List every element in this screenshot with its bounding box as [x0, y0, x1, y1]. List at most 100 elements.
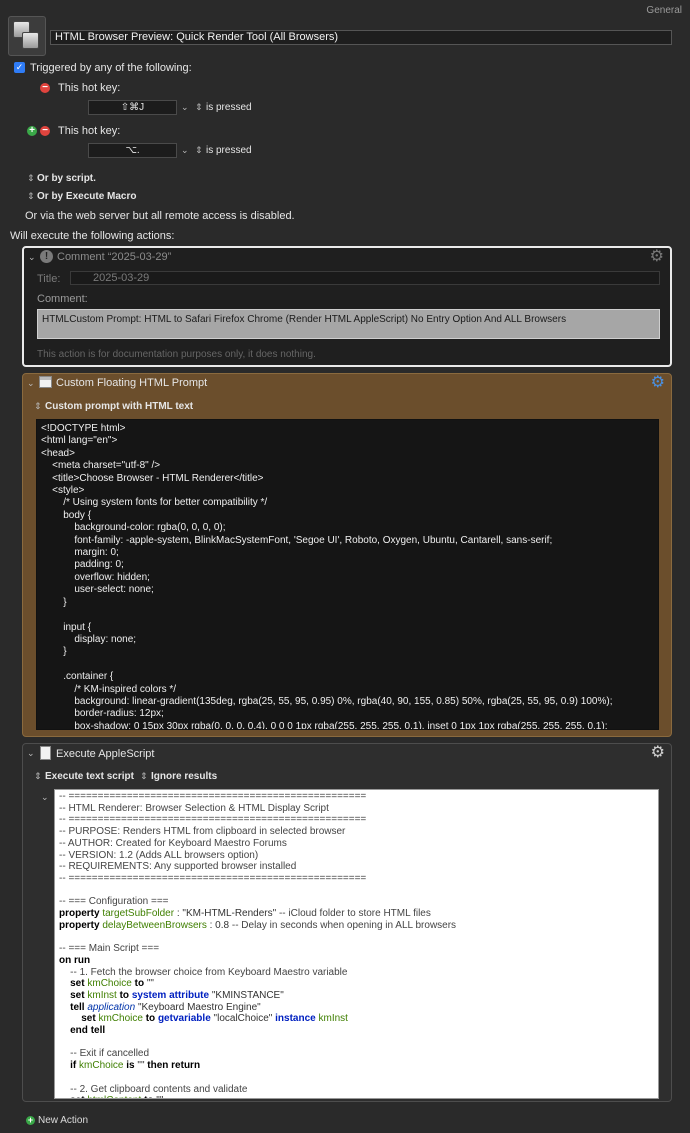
- gear-icon[interactable]: ⚙: [651, 742, 665, 762]
- code-line: display: none;: [41, 633, 137, 645]
- prompt-action-title: Custom Floating HTML Prompt: [56, 377, 208, 389]
- script-line: set kmChoice to "": [70, 978, 154, 990]
- script-line: -- =====================================…: [59, 791, 367, 802]
- script-line: -- REQUIREMENTS: Any supported browser i…: [59, 861, 297, 873]
- script-line: [59, 1072, 654, 1084]
- script-line: end tell: [70, 1025, 106, 1037]
- code-line: <meta charset="utf-8" />: [41, 460, 161, 472]
- code-line: <style>: [41, 485, 85, 497]
- triggered-checkbox[interactable]: ✓: [14, 62, 25, 73]
- script-line: set htmlContent to "": [59, 1095, 654, 1098]
- script-line: property targetSubFolder : "KM-HTML-Rend…: [59, 908, 431, 920]
- script-line: tell application "Keyboard Maestro Engin…: [70, 1001, 261, 1013]
- script-line: [59, 931, 654, 943]
- add-action-icon[interactable]: +: [26, 1116, 35, 1125]
- macro-icon[interactable]: [8, 16, 46, 56]
- script-line: on run: [59, 954, 91, 966]
- code-line: background-color: rgba(0, 0, 0, 0);: [41, 522, 226, 534]
- script-results-popup[interactable]: Ignore results: [151, 771, 217, 782]
- code-line: user-select: none;: [41, 584, 154, 596]
- custom-prompt-action[interactable]: ⌄ Custom Floating HTML Prompt ⚙ ⇕ Custom…: [22, 373, 672, 737]
- add-trigger-icon[interactable]: +: [27, 126, 37, 136]
- applescript-editor[interactable]: -- =====================================…: [54, 789, 659, 1099]
- script-line: -- 2. Get clipboard contents and validat…: [70, 1083, 248, 1095]
- or-by-script-button[interactable]: Or by script.: [37, 173, 96, 184]
- comment-icon: !: [40, 250, 53, 263]
- or-by-execute-macro-button[interactable]: Or by Execute Macro: [37, 191, 136, 202]
- code-line: <!DOCTYPE html>: [41, 423, 126, 434]
- code-line: }: [41, 596, 67, 608]
- script-line: -- =====================================…: [59, 872, 367, 884]
- comment-title-field[interactable]: 2025-03-29: [70, 271, 660, 285]
- code-line: input {: [41, 621, 92, 633]
- disclosure-chevron-icon[interactable]: ⌄: [27, 378, 35, 389]
- hotkey-condition-1[interactable]: is pressed: [206, 102, 252, 113]
- script-line: set kmInst to system attribute "KMINSTAN…: [70, 989, 284, 1001]
- code-line: .container {: [41, 671, 114, 683]
- popup-updown-icon[interactable]: ⇕: [140, 771, 148, 782]
- comment-action-title: Comment “2025-03-29”: [57, 251, 172, 263]
- gear-icon[interactable]: ⚙: [650, 246, 664, 266]
- hotkey-condition-2[interactable]: is pressed: [206, 145, 252, 156]
- comment-action[interactable]: ⌄ ! Comment “2025-03-29” ⚙ Title: 2025-0…: [22, 246, 672, 367]
- code-line: <title>Choose Browser - HTML Renderer</t…: [41, 472, 264, 484]
- window-icon: [39, 376, 52, 388]
- chevron-down-icon[interactable]: ⌄: [181, 145, 189, 156]
- comment-text-field[interactable]: HTMLCustom Prompt: HTML to Safari Firefo…: [37, 309, 660, 339]
- comment-footnote: This action is for documentation purpose…: [37, 349, 316, 360]
- triggered-label: Triggered by any of the following:: [30, 62, 192, 74]
- remove-trigger-icon[interactable]: −: [40, 126, 50, 136]
- gear-icon[interactable]: ⚙: [651, 372, 665, 392]
- remove-trigger-icon[interactable]: −: [40, 83, 50, 93]
- script-line: [59, 1037, 654, 1049]
- code-line: font-family: -apple-system, BlinkMacSyst…: [41, 534, 553, 546]
- script-line: -- VERSION: 1.2 (Adds ALL browsers optio…: [59, 849, 259, 861]
- code-line: margin: 0;: [41, 547, 119, 559]
- title-label: Title:: [37, 273, 61, 285]
- script-line: -- PURPOSE: Renders HTML from clipboard …: [59, 826, 346, 838]
- prompt-mode-popup[interactable]: Custom prompt with HTML text: [45, 401, 193, 412]
- execute-applescript-action[interactable]: ⌄ Execute AppleScript ⚙ ⇕ Execute text s…: [22, 743, 672, 1102]
- script-line: if kmChoice is "" then return: [70, 1060, 201, 1072]
- script-line: set kmChoice to getvariable "localChoice…: [81, 1013, 348, 1025]
- script-mode-popup[interactable]: Execute text script: [45, 771, 134, 782]
- code-line: /* KM-inspired colors */: [41, 683, 177, 695]
- chevron-down-icon[interactable]: ⌄: [181, 102, 189, 113]
- popup-updown-icon[interactable]: ⇕: [27, 173, 35, 184]
- macro-name-field[interactable]: HTML Browser Preview: Quick Render Tool …: [50, 30, 672, 45]
- popup-updown-icon[interactable]: ⇕: [34, 771, 42, 782]
- script-line: -- 1. Fetch the browser choice from Keyb…: [70, 966, 348, 978]
- code-line: border-radius: 12px;: [41, 708, 164, 720]
- actions-heading: Will execute the following actions:: [10, 230, 175, 242]
- comment-label: Comment:: [37, 293, 88, 305]
- code-line: padding: 0;: [41, 559, 124, 571]
- hotkey-label-2: This hot key:: [58, 125, 121, 137]
- script-file-icon: [40, 746, 51, 760]
- new-action-button[interactable]: New Action: [38, 1115, 88, 1126]
- script-line: -- AUTHOR: Created for Keyboard Maestro …: [59, 837, 287, 849]
- collapse-chevron-icon[interactable]: ⌄: [41, 792, 49, 803]
- general-tab-label[interactable]: General: [646, 5, 682, 16]
- popup-updown-icon[interactable]: ⇕: [34, 401, 42, 412]
- web-server-note: Or via the web server but all remote acc…: [25, 210, 295, 222]
- script-line: -- HTML Renderer: Browser Selection & HT…: [59, 802, 329, 814]
- script-line: property delayBetweenBrowsers : 0.8 -- D…: [59, 919, 457, 931]
- code-line: box-shadow: 0 15px 30px rgba(0, 0, 0, 0.…: [41, 720, 608, 730]
- hotkey-field-1[interactable]: ⇧⌘J: [88, 100, 177, 115]
- html-text-editor[interactable]: <!DOCTYPE html> <html lang="en"> <head> <m…: [36, 419, 659, 730]
- popup-updown-icon[interactable]: ⇕: [27, 191, 35, 202]
- hotkey-field-2[interactable]: ⌥.: [88, 143, 177, 158]
- disclosure-chevron-icon[interactable]: ⌄: [28, 252, 36, 263]
- disclosure-chevron-icon[interactable]: ⌄: [27, 748, 35, 759]
- script-action-title: Execute AppleScript: [56, 748, 155, 760]
- popup-updown-icon[interactable]: ⇕: [195, 145, 203, 156]
- code-line: overflow: hidden;: [41, 571, 150, 583]
- script-line: -- === Configuration ===: [59, 896, 169, 908]
- script-line: -- === Main Script ===: [59, 943, 160, 955]
- popup-updown-icon[interactable]: ⇕: [195, 102, 203, 113]
- script-line: [59, 885, 654, 897]
- code-line: <head>: [41, 447, 75, 459]
- code-line: body {: [41, 509, 92, 521]
